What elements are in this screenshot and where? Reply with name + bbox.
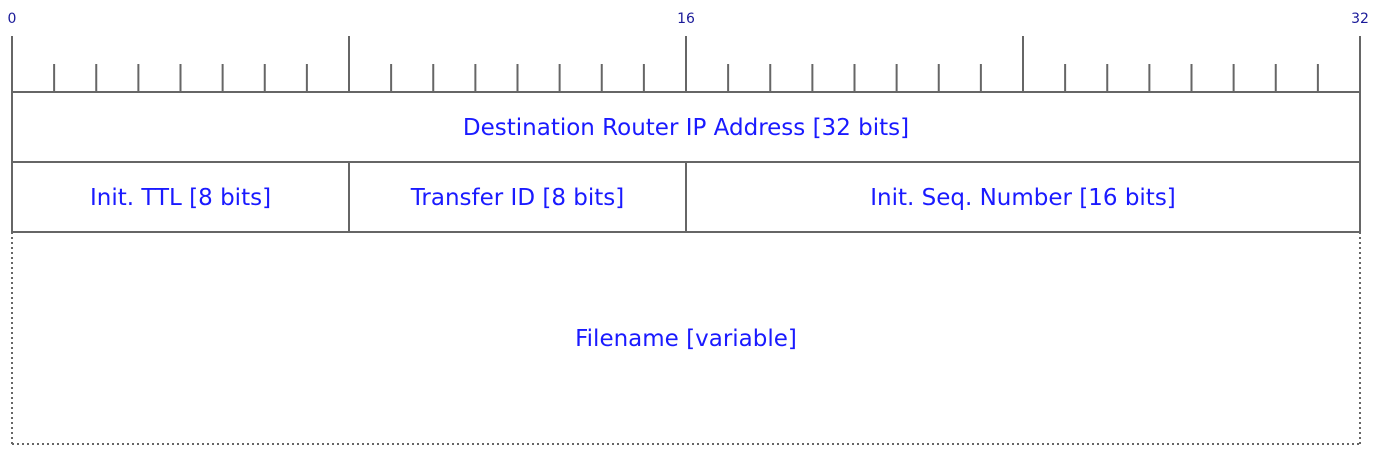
bit-label-0: 0 [8,11,17,27]
field-label: Transfer ID [8 bits] [410,185,624,211]
packet-row-2: Init. TTL [8 bits] Transfer ID [8 bits] In… [11,162,1361,233]
field-label: Filename [variable] [575,326,797,352]
packet-format-diagram: 0 16 32 Destination Router IP Address [32 … [8,11,1369,445]
packet-row-1: Destination Router IP Address [32 bits] [11,92,1361,163]
bit-ruler: 0 16 32 [8,11,1369,93]
packet-rows: Destination Router IP Address [32 bits] I… [11,92,1361,445]
field-label: Init. Seq. Number [16 bits] [870,185,1176,211]
packet-row-3: Filename [variable] [11,232,1361,445]
field-label: Destination Router IP Address [32 bits] [463,115,909,141]
field-label: Init. TTL [8 bits] [90,185,271,211]
bit-label-32: 32 [1351,11,1369,27]
bit-label-16: 16 [677,11,695,27]
